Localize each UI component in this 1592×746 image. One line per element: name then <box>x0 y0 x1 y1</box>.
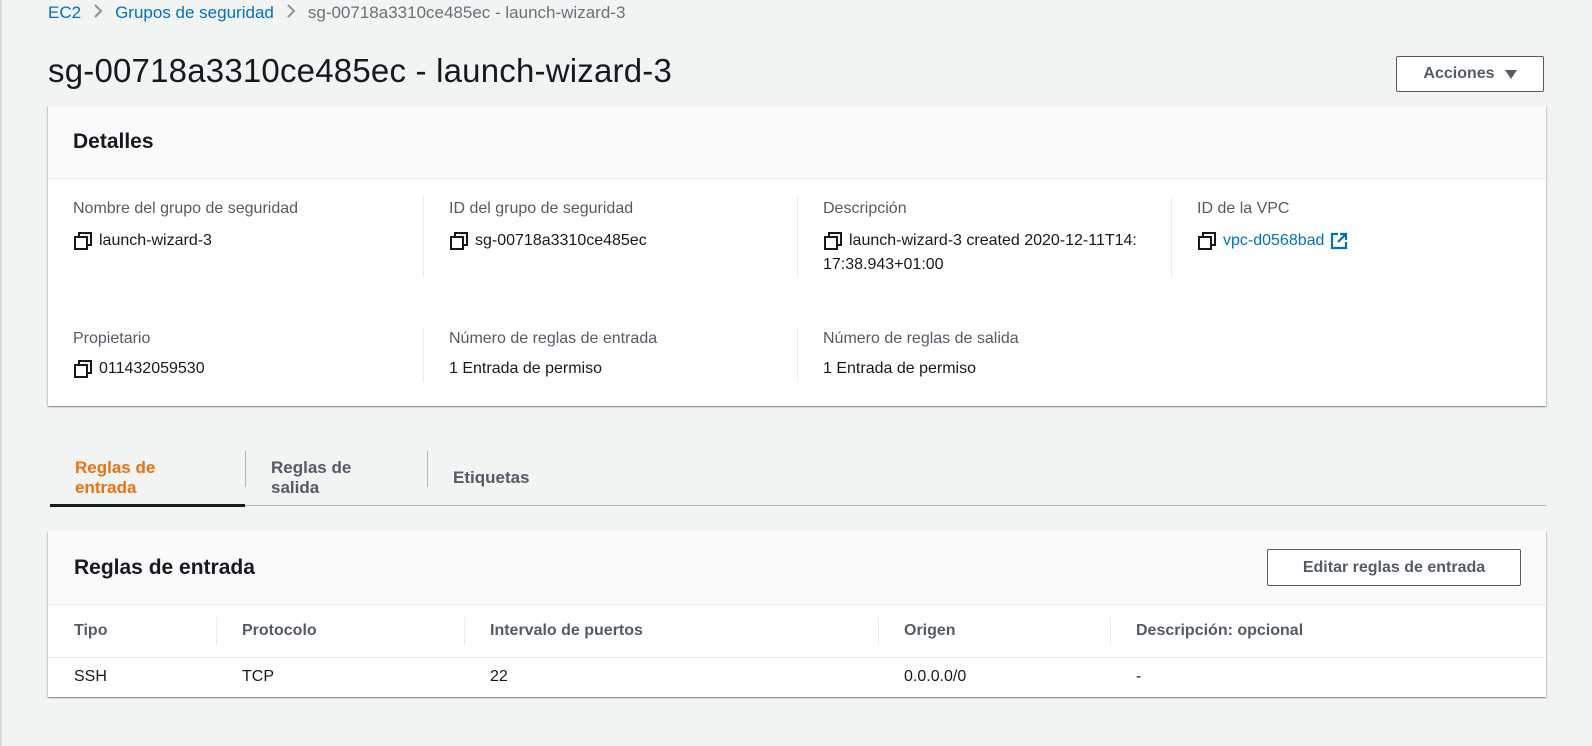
column-divider <box>797 327 798 382</box>
field-label: ID de la VPC <box>1197 200 1290 217</box>
chevron-right-icon <box>286 3 296 24</box>
field-value: launch-wizard-3 <box>73 229 403 253</box>
field-value: 1 Entrada de permiso <box>449 357 779 381</box>
field-description: Descripción launch-wizard-3 created 2020… <box>823 199 1143 277</box>
details-header: Detalles <box>48 106 1546 179</box>
details-heading: Detalles <box>73 130 154 153</box>
column-header-type[interactable]: Tipo <box>48 605 216 658</box>
cell-protocol: TCP <box>242 668 274 685</box>
inbound-rules-header: Reglas de entrada Editar reglas de entra… <box>48 531 1546 605</box>
chevron-right-icon <box>93 3 103 24</box>
column-divider <box>423 327 424 382</box>
cell-type: SSH <box>74 668 107 685</box>
field-label: Nombre del grupo de seguridad <box>73 200 299 217</box>
column-header-protocol[interactable]: Protocolo <box>216 605 464 658</box>
cell-source: 0.0.0.0/0 <box>904 668 967 685</box>
tab-tags[interactable]: Etiquetas <box>428 450 555 505</box>
vpc-id-link[interactable]: vpc-d0568bad <box>1223 229 1324 253</box>
inbound-count-value: 1 Entrada de permiso <box>449 360 602 377</box>
description-value: launch-wizard-3 created 2020-12-11T14:17… <box>823 232 1137 273</box>
owner-value: 011432059530 <box>99 360 205 377</box>
field-value: 011432059530 <box>73 357 403 381</box>
field-label: Número de reglas de salida <box>823 330 1019 347</box>
field-label: ID del grupo de seguridad <box>449 200 634 217</box>
sg-name-value: launch-wizard-3 <box>99 232 212 249</box>
inbound-rules-panel: Reglas de entrada Editar reglas de entra… <box>48 531 1546 697</box>
column-divider <box>797 197 798 277</box>
cell-port-range: 22 <box>490 668 508 685</box>
column-header-description[interactable]: Descripción: opcional <box>1110 605 1546 658</box>
copy-icon[interactable] <box>1197 231 1217 251</box>
tab-inbound-rules[interactable]: Reglas de entrada <box>50 450 245 507</box>
details-panel: Detalles Nombre del grupo de seguridad l… <box>48 106 1546 406</box>
field-label: Número de reglas de entrada <box>449 330 658 347</box>
tab-bar: Reglas de entrada Reglas de salida Etiqu… <box>50 450 1546 507</box>
table-row: SSH TCP 22 0.0.0.0/0 - <box>48 658 1546 697</box>
field-value: launch-wizard-3 created 2020-12-11T14:17… <box>823 229 1143 277</box>
table-header-row: Tipo Protocolo Intervalo de puertos Orig… <box>48 605 1546 658</box>
field-value: 1 Entrada de permiso <box>823 357 1153 381</box>
field-value: vpc-d0568bad <box>1197 229 1527 253</box>
breadcrumb: EC2 Grupos de seguridad sg-00718a3310ce4… <box>48 2 625 24</box>
field-owner: Propietario 011432059530 <box>73 329 403 381</box>
external-link-icon[interactable] <box>1330 232 1348 250</box>
field-label: Propietario <box>73 330 151 347</box>
field-outbound-count: Número de reglas de salida 1 Entrada de … <box>823 329 1153 381</box>
column-header-port-range[interactable]: Intervalo de puertos <box>464 605 878 658</box>
field-sg-id: ID del grupo de seguridad sg-00718a3310c… <box>449 199 779 253</box>
field-value: sg-00718a3310ce485ec <box>449 229 779 253</box>
column-header-source[interactable]: Origen <box>878 605 1110 658</box>
inbound-rules-table: Tipo Protocolo Intervalo de puertos Orig… <box>48 605 1546 696</box>
page-title: sg-00718a3310ce485ec - launch-wizard-3 <box>48 52 672 89</box>
copy-icon[interactable] <box>73 359 93 379</box>
column-divider <box>423 197 424 277</box>
actions-button[interactable]: Acciones <box>1396 56 1544 92</box>
edit-inbound-rules-button[interactable]: Editar reglas de entrada <box>1267 549 1521 586</box>
breadcrumb-current: sg-00718a3310ce485ec - launch-wizard-3 <box>307 3 626 22</box>
left-border <box>0 0 2 746</box>
field-label: Descripción <box>823 200 907 217</box>
breadcrumb-ec2[interactable]: EC2 <box>48 3 81 23</box>
field-sg-name: Nombre del grupo de seguridad launch-wiz… <box>73 199 403 253</box>
page: EC2 Grupos de seguridad sg-00718a3310ce4… <box>0 0 1592 746</box>
copy-icon[interactable] <box>73 231 93 251</box>
cell-description: - <box>1136 668 1142 685</box>
column-divider <box>1171 197 1172 277</box>
field-vpc-id: ID de la VPC vpc-d0568bad <box>1197 199 1527 253</box>
tab-outbound-rules[interactable]: Reglas de salida <box>246 450 427 505</box>
actions-button-label: Acciones <box>1423 65 1495 82</box>
field-inbound-count: Número de reglas de entrada 1 Entrada de… <box>449 329 779 381</box>
copy-icon[interactable] <box>449 231 469 251</box>
sg-id-value: sg-00718a3310ce485ec <box>475 232 647 249</box>
caret-down-icon <box>1504 69 1517 79</box>
inbound-rules-heading: Reglas de entrada <box>74 555 255 579</box>
breadcrumb-security-groups[interactable]: Grupos de seguridad <box>115 3 274 23</box>
outbound-count-value: 1 Entrada de permiso <box>823 360 976 377</box>
